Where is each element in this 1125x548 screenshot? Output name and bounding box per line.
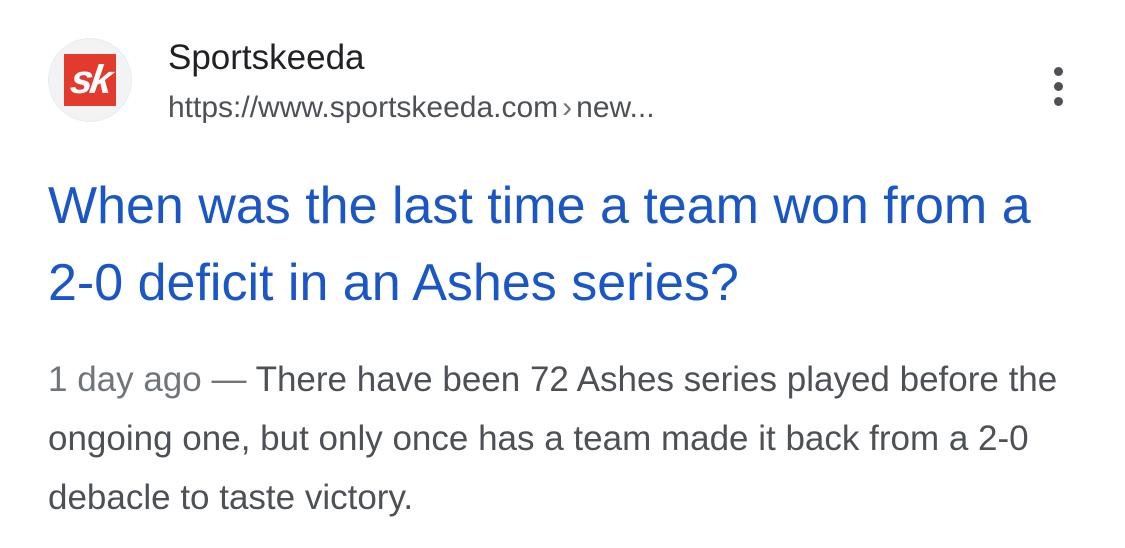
site-url[interactable]: https://www.sportskeeda.com › new... [168,88,655,128]
url-path: new... [576,91,655,124]
snippet-dash: — [211,360,247,399]
more-vert-icon-dot [1053,96,1063,106]
result-snippet: 1 day ago — There have been 72 Ashes ser… [48,350,1098,527]
result-title-link[interactable]: When was the last time a team won from a… [48,168,1088,322]
search-result: sk Sportskeeda https://www.sportskeeda.c… [0,0,1125,548]
url-separator: › [562,91,573,124]
more-options-button[interactable] [1038,62,1078,110]
sportskeeda-logo-icon: sk [64,54,116,106]
more-vert-icon-dot [1053,81,1063,91]
more-vert-icon [1053,66,1063,76]
favicon-text: sk [67,58,113,102]
site-name[interactable]: Sportskeeda [168,36,365,80]
snippet-date: 1 day ago [48,360,202,399]
site-favicon[interactable]: sk [48,38,132,122]
url-domain: https://www.sportskeeda.com [168,91,559,124]
